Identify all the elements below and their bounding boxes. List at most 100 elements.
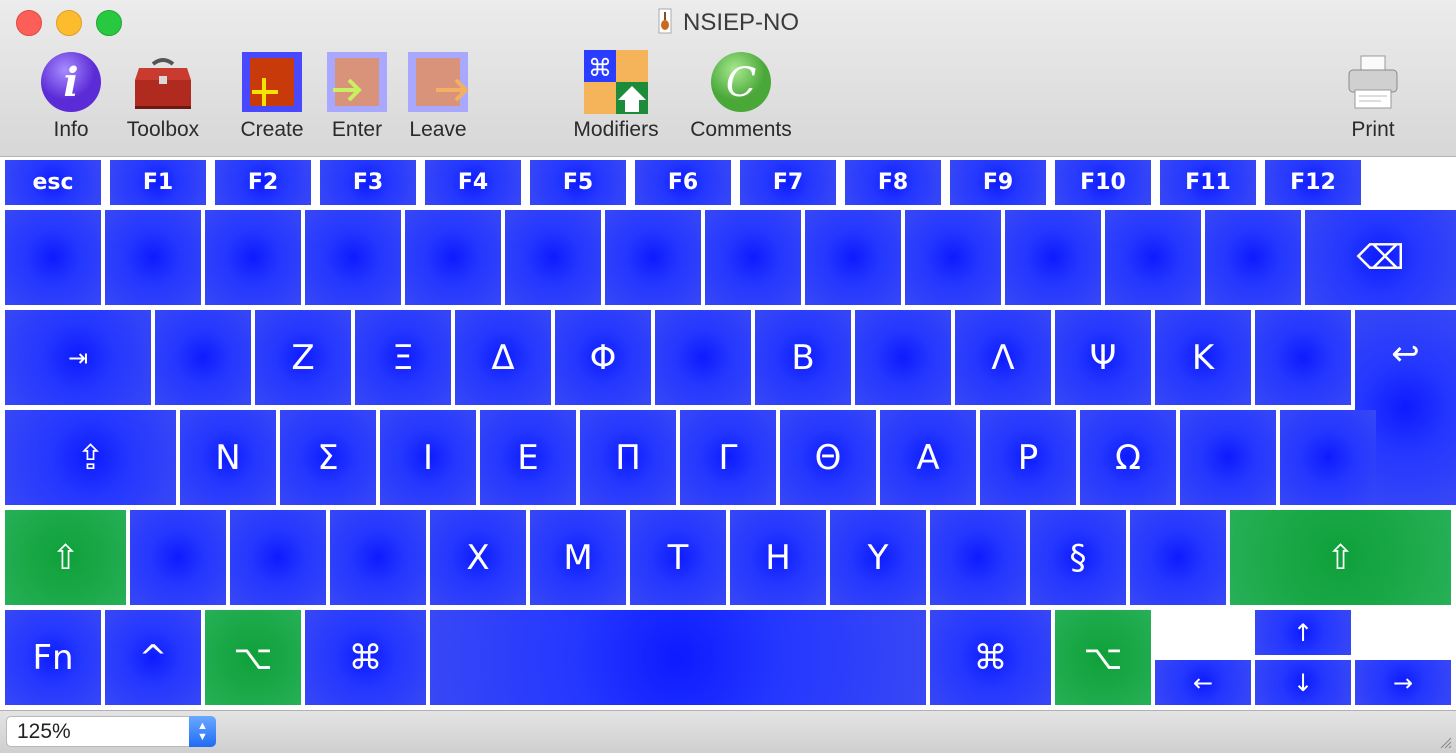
key-f4[interactable]: F4 xyxy=(425,160,521,205)
key-number-row-9[interactable] xyxy=(805,210,901,305)
key-number-row-7[interactable] xyxy=(605,210,701,305)
key-top-row-1[interactable] xyxy=(155,310,251,405)
key-f2[interactable]: F2 xyxy=(215,160,311,205)
key-number-row-2[interactable] xyxy=(105,210,201,305)
title-and-toolbar: NSIEP-NO i Info Toolbox Create Enter Lea… xyxy=(0,0,1456,157)
key-f3[interactable]: F3 xyxy=(320,160,416,205)
toolbar-print-button[interactable]: Print xyxy=(1340,50,1406,142)
key-bottom-row-10[interactable]: § xyxy=(1030,510,1126,605)
toolbar-info-button[interactable]: i Info xyxy=(38,50,104,142)
key-right-shift[interactable]: ⇧ xyxy=(1230,510,1451,605)
key-arrow-left[interactable]: ← xyxy=(1155,660,1251,705)
key-home-row-7[interactable]: Θ xyxy=(780,410,876,505)
key-number-row-10[interactable] xyxy=(905,210,1001,305)
key-bottom-row-2[interactable] xyxy=(230,510,326,605)
key-home-row-9[interactable]: Ρ xyxy=(980,410,1076,505)
toolbar-toolbox-button[interactable]: Toolbox xyxy=(118,50,208,142)
key-right-option[interactable]: ⌥ xyxy=(1055,610,1151,705)
status-bar: 125% ▲ ▼ xyxy=(0,710,1456,753)
enter-icon xyxy=(325,50,389,114)
svg-text:C: C xyxy=(726,60,757,106)
key-home-row-11[interactable] xyxy=(1180,410,1276,505)
key-top-row-4[interactable]: Δ xyxy=(455,310,551,405)
key-number-row-12[interactable] xyxy=(1105,210,1201,305)
toolbar-comments-button[interactable]: C Comments xyxy=(682,50,800,142)
key-left-option[interactable]: ⌥ xyxy=(205,610,301,705)
key-top-row-8[interactable] xyxy=(855,310,951,405)
key-top-row-7[interactable]: Β xyxy=(755,310,851,405)
key-f12[interactable]: F12 xyxy=(1265,160,1361,205)
key-home-row-10[interactable]: Ω xyxy=(1080,410,1176,505)
key-bottom-row-3[interactable] xyxy=(330,510,426,605)
printer-icon xyxy=(1341,50,1405,114)
key-home-row-8[interactable]: Α xyxy=(880,410,976,505)
key-number-row-1[interactable] xyxy=(5,210,101,305)
key-number-row-8[interactable] xyxy=(705,210,801,305)
key-f9[interactable]: F9 xyxy=(950,160,1046,205)
key-right-command[interactable]: ⌘ xyxy=(930,610,1051,705)
key-left-shift[interactable]: ⇧ xyxy=(5,510,126,605)
zoom-value: 125% xyxy=(17,720,71,743)
key-arrow-right[interactable]: → xyxy=(1355,660,1451,705)
toolbar-create-button[interactable]: Create xyxy=(234,50,310,142)
print-label: Print xyxy=(1351,118,1395,141)
toolbar-enter-button[interactable]: Enter xyxy=(324,50,390,142)
key-arrow-up[interactable]: ↑ xyxy=(1255,610,1351,655)
key-top-row-6[interactable] xyxy=(655,310,751,405)
key-home-row-3[interactable]: Ι xyxy=(380,410,476,505)
key-space[interactable] xyxy=(430,610,926,705)
key-top-row-5[interactable]: Φ xyxy=(555,310,651,405)
key-bottom-row-5[interactable]: Μ xyxy=(530,510,626,605)
modifiers-icon: ⌘ xyxy=(584,50,648,114)
key-bottom-row-1[interactable] xyxy=(130,510,226,605)
key-number-row-4[interactable] xyxy=(305,210,401,305)
key-delete[interactable]: ⌫ xyxy=(1305,210,1456,305)
key-arrow-down[interactable]: ↓ xyxy=(1255,660,1351,705)
key-bottom-row-6[interactable]: Τ xyxy=(630,510,726,605)
key-bottom-row-11[interactable] xyxy=(1130,510,1226,605)
key-top-row-12[interactable] xyxy=(1255,310,1351,405)
key-tab[interactable]: ⇥ xyxy=(5,310,151,405)
key-f8[interactable]: F8 xyxy=(845,160,941,205)
key-control[interactable]: ^ xyxy=(105,610,201,705)
key-f7[interactable]: F7 xyxy=(740,160,836,205)
key-bottom-row-8[interactable]: Υ xyxy=(830,510,926,605)
key-number-row-5[interactable] xyxy=(405,210,501,305)
resize-grip-icon[interactable] xyxy=(1438,735,1452,749)
key-bottom-row-9[interactable] xyxy=(930,510,1026,605)
key-number-row-6[interactable] xyxy=(505,210,601,305)
key-top-row-10[interactable]: Ψ xyxy=(1055,310,1151,405)
key-number-row-11[interactable] xyxy=(1005,210,1101,305)
key-number-row-13[interactable] xyxy=(1205,210,1301,305)
key-top-row-11[interactable]: Κ xyxy=(1155,310,1251,405)
key-f10[interactable]: F10 xyxy=(1055,160,1151,205)
key-f6[interactable]: F6 xyxy=(635,160,731,205)
toolbar-modifiers-button[interactable]: ⌘ Modifiers xyxy=(564,50,668,142)
key-top-row-9[interactable]: Λ xyxy=(955,310,1051,405)
keyboard-layout-window: NSIEP-NO i Info Toolbox Create Enter Lea… xyxy=(0,0,1456,753)
key-home-row-1[interactable]: Ν xyxy=(180,410,276,505)
key-bottom-row-4[interactable]: Χ xyxy=(430,510,526,605)
zoom-select[interactable]: 125% ▲ ▼ xyxy=(6,716,216,747)
key-home-row-6[interactable]: Γ xyxy=(680,410,776,505)
key-home-row-2[interactable]: Σ xyxy=(280,410,376,505)
key-home-row-4[interactable]: Ε xyxy=(480,410,576,505)
key-home-row-12[interactable] xyxy=(1280,410,1376,505)
key-f11[interactable]: F11 xyxy=(1160,160,1256,205)
key-f1[interactable]: F1 xyxy=(110,160,206,205)
key-top-row-3[interactable]: Ξ xyxy=(355,310,451,405)
zoom-stepper-icon[interactable]: ▲ ▼ xyxy=(189,716,216,747)
key-f5[interactable]: F5 xyxy=(530,160,626,205)
toolbox-icon xyxy=(131,50,195,114)
key-fn[interactable]: Fn xyxy=(5,610,101,705)
key-top-row-2[interactable]: Ζ xyxy=(255,310,351,405)
key-left-command[interactable]: ⌘ xyxy=(305,610,426,705)
key-bottom-row-7[interactable]: Η xyxy=(730,510,826,605)
window-title: NSIEP-NO xyxy=(682,9,799,36)
key-home-row-5[interactable]: Π xyxy=(580,410,676,505)
key-number-row-3[interactable] xyxy=(205,210,301,305)
info-label: Info xyxy=(53,118,89,141)
toolbar-leave-button[interactable]: Leave xyxy=(404,50,472,142)
key-caps-lock[interactable]: ⇪ xyxy=(5,410,176,505)
key-esc[interactable]: esc xyxy=(5,160,101,205)
